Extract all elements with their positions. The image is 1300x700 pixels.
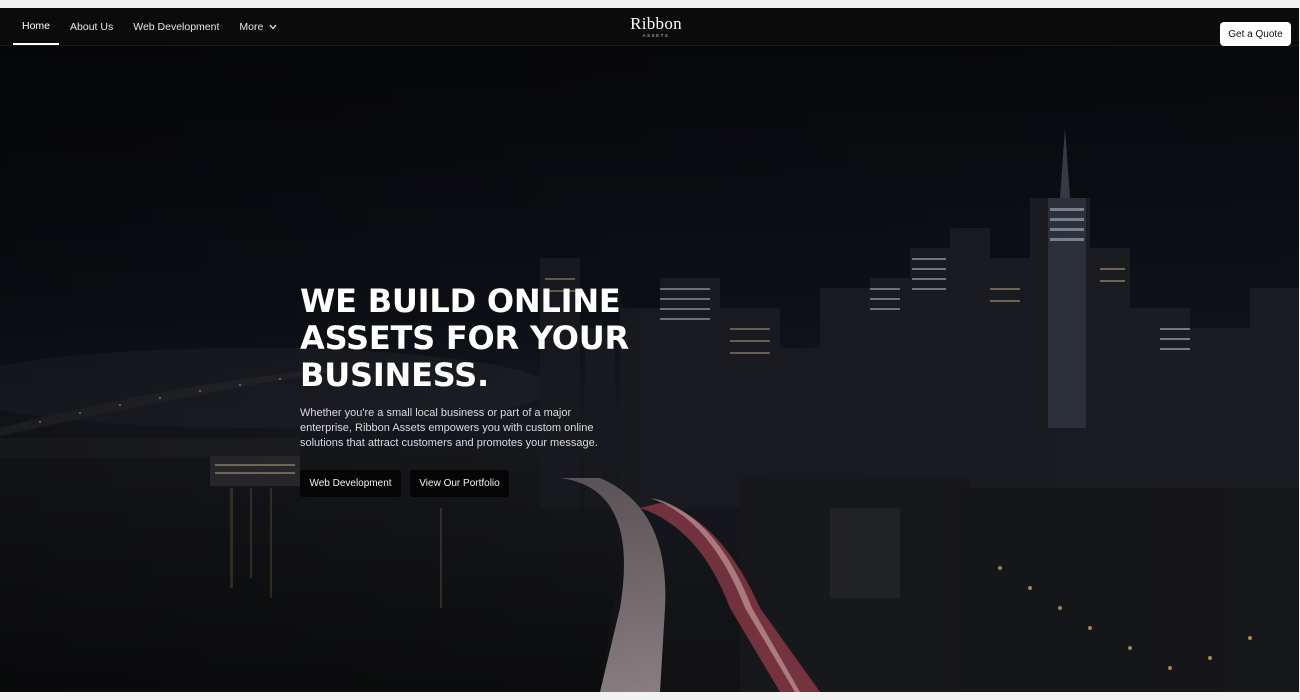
nav-item-more[interactable]: More bbox=[230, 8, 286, 45]
get-a-quote-button[interactable]: Get a Quote bbox=[1220, 22, 1291, 46]
view-portfolio-button[interactable]: View Our Portfolio bbox=[410, 470, 509, 497]
nav-item-home[interactable]: Home bbox=[13, 8, 60, 45]
web-development-button[interactable]: Web Development bbox=[300, 470, 401, 497]
hero-title: WE BUILD ONLINE ASSETS FOR YOUR BUSINESS… bbox=[300, 282, 630, 394]
logo-wordmark: Ribbon bbox=[630, 14, 682, 33]
nav-item-label: About Us bbox=[70, 20, 114, 33]
nav-item-web-development[interactable]: Web Development bbox=[124, 8, 228, 45]
nav-item-label: Home bbox=[22, 19, 51, 32]
nav-item-label: Web Development bbox=[133, 20, 220, 33]
hero-description: Whether you're a small local business or… bbox=[300, 407, 598, 449]
hero-content: WE BUILD ONLINE ASSETS FOR YOUR BUSINESS… bbox=[300, 283, 630, 451]
navbar: Home About Us Web Development More Ribbo… bbox=[0, 8, 1299, 46]
page: Home About Us Web Development More Ribbo… bbox=[0, 0, 1300, 700]
hero-buttons: Web Development View Our Portfolio bbox=[300, 470, 509, 497]
ribbon-assets-logo[interactable]: Ribbon ASSETS bbox=[600, 15, 712, 39]
bottom-border bbox=[0, 692, 1300, 700]
chevron-down-icon bbox=[269, 24, 277, 30]
top-border bbox=[0, 0, 1300, 8]
nav-item-label: More bbox=[239, 20, 264, 33]
logo-subtitle: ASSETS bbox=[642, 33, 670, 38]
nav-item-about-us[interactable]: About Us bbox=[61, 8, 122, 45]
hero-dark-overlay bbox=[0, 8, 1299, 692]
nav-links: Home About Us Web Development More bbox=[13, 8, 288, 45]
